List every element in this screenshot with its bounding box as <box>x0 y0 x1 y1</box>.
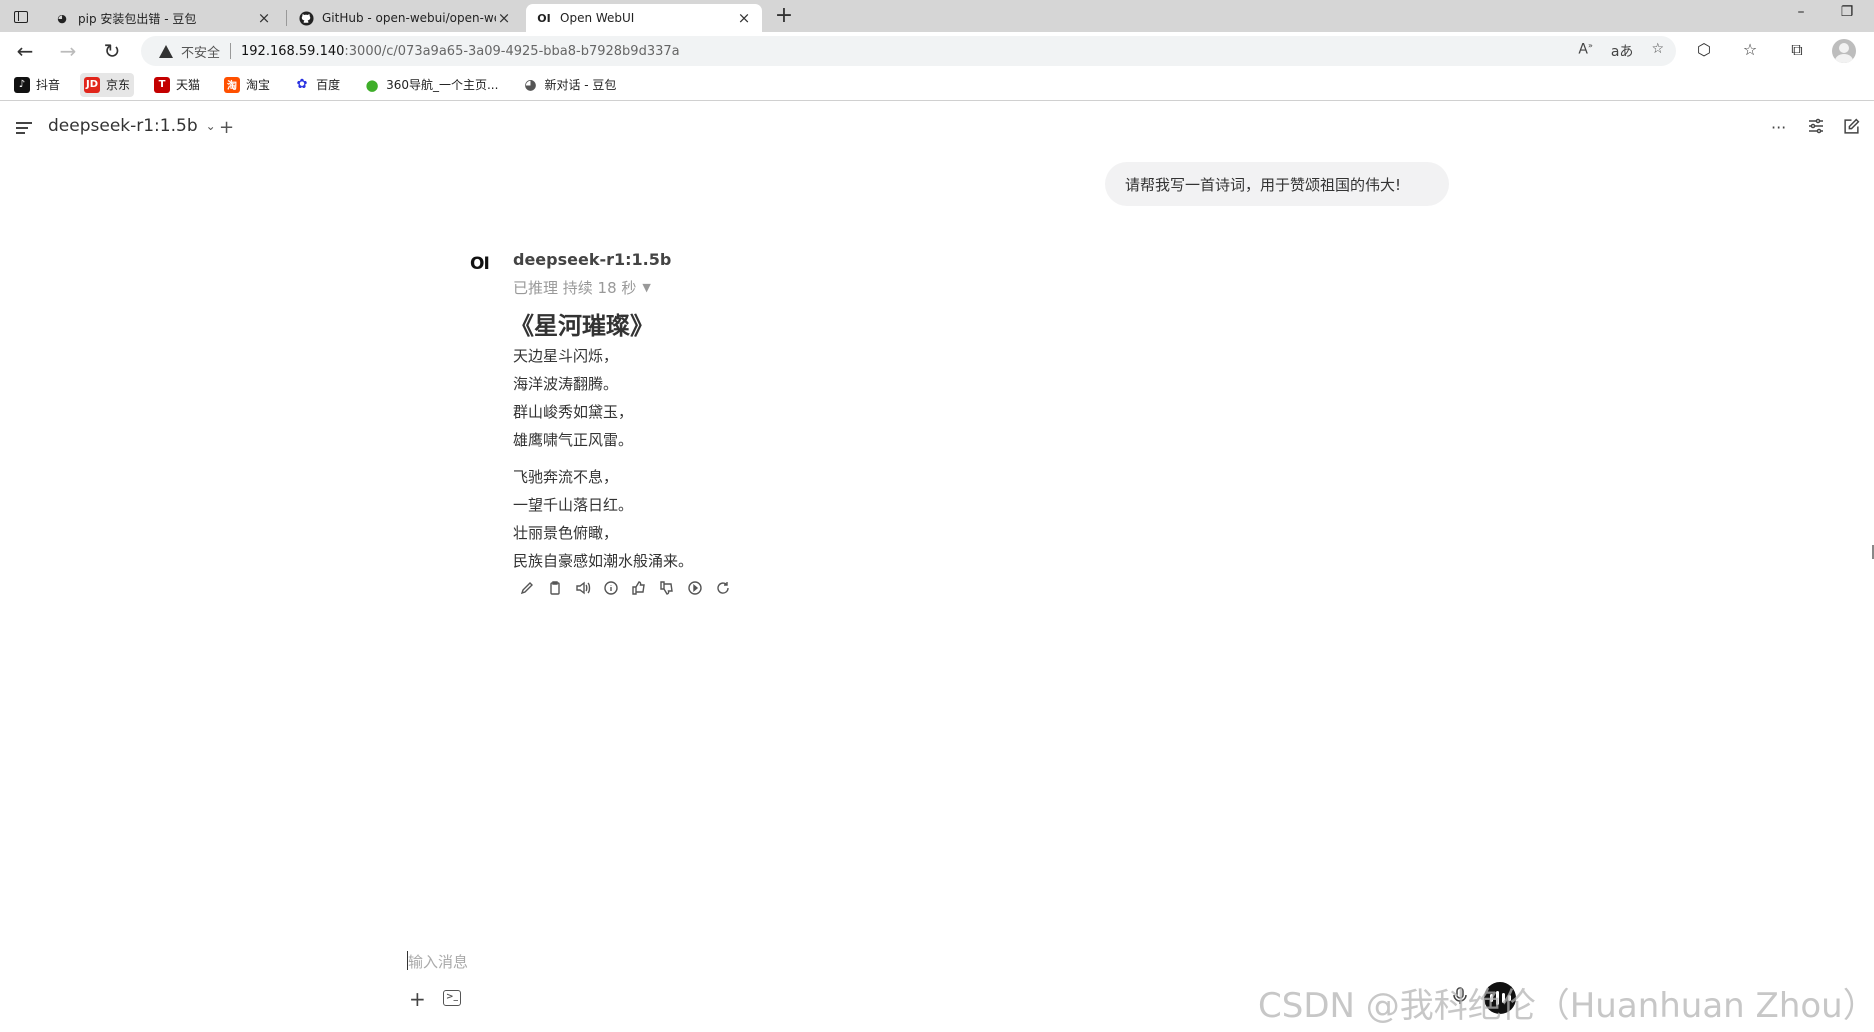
read-aloud-icon[interactable]: A» <box>1578 41 1592 61</box>
reasoning-toggle[interactable]: 已推理 持续 18 秒 ▼ <box>513 277 651 298</box>
taobao-icon: 淘 <box>224 76 241 93</box>
copy-clipboard-icon[interactable] <box>546 579 564 597</box>
tab-separator <box>286 10 287 26</box>
csdn-watermark: CSDN @我科绝伦（Huanhuan Zhou） <box>1258 986 1874 1026</box>
new-tab-button[interactable]: + <box>770 4 798 28</box>
restore-button[interactable]: ❐ <box>1830 4 1864 20</box>
doubao-icon: ◕ <box>57 11 67 25</box>
chat-header: deepseek-r1:1.5b ⌄ + ··· <box>0 112 1874 148</box>
tab-title: pip 安装包出错 - 豆包 <box>78 11 197 26</box>
baidu-paw-icon: ✿ <box>294 76 311 93</box>
poem-line: 天边星斗闪烁， <box>513 347 619 365</box>
jd-icon: JD <box>84 76 101 93</box>
tab-doubao[interactable]: ◕ pip 安装包出错 - 豆包 × <box>44 4 282 32</box>
close-tab-icon[interactable]: × <box>496 9 512 27</box>
bookmark-baidu[interactable]: ✿ 百度 <box>290 73 344 97</box>
security-label[interactable]: 不安全 <box>181 42 220 61</box>
message-input[interactable]: 输入消息 <box>408 951 468 972</box>
reasoning-label: 已推理 持续 18 秒 <box>513 279 637 297</box>
profile-avatar[interactable] <box>1832 39 1856 63</box>
tab-github[interactable]: GitHub - open-webui/open-webui × <box>288 4 522 32</box>
browser-toolbar: ← → ↻ 不安全 192.168.59.140:3000/c/073a9a65… <box>0 32 1874 69</box>
tab-actions-icon[interactable] <box>8 6 34 28</box>
back-arrow-icon[interactable]: ← <box>10 38 40 64</box>
model-name: deepseek-r1:1.5b <box>48 116 198 136</box>
read-aloud-speaker-icon[interactable] <box>574 579 592 597</box>
add-attachment-icon[interactable]: + <box>409 987 426 1011</box>
minimize-button[interactable]: – <box>1784 4 1818 20</box>
forward-arrow-icon[interactable]: → <box>53 38 83 64</box>
close-tab-icon[interactable]: × <box>736 9 752 27</box>
reload-icon[interactable]: ↻ <box>97 38 127 64</box>
url-host: 192.168.59.140 <box>241 43 345 59</box>
poem-line: 群山峻秀如黛玉， <box>513 403 634 421</box>
close-tab-icon[interactable]: × <box>256 9 272 27</box>
poem-title: 《星河璀璨》 <box>510 312 654 340</box>
bookmark-taobao[interactable]: 淘 淘宝 <box>220 73 274 97</box>
tab-title: GitHub - open-webui/open-webui <box>322 11 496 25</box>
address-bar[interactable]: 不安全 192.168.59.140:3000/c/073a9a65-3a09-… <box>141 36 1676 66</box>
bookmark-label: 360导航_一个主页... <box>386 78 499 92</box>
github-icon <box>298 10 314 26</box>
tab-open-webui[interactable]: OI Open WebUI × <box>526 4 762 32</box>
user-message: 请帮我写一首诗词，用于赞颂祖国的伟大! <box>1105 162 1449 206</box>
url-path: :3000/c/073a9a65-3a09-4925-bba8-b7928b9d… <box>344 43 680 59</box>
sidebar-toggle-icon[interactable] <box>16 122 32 134</box>
bookmark-label: 抖音 <box>36 78 61 92</box>
thumbs-down-icon[interactable] <box>658 579 676 597</box>
translate-icon[interactable]: aあ <box>1611 41 1634 61</box>
assistant-model-name: deepseek-r1:1.5b <box>513 250 672 269</box>
thumbs-up-icon[interactable] <box>630 579 648 597</box>
collections-icon[interactable]: ⧉ <box>1785 40 1809 62</box>
bookmark-360[interactable]: ● 360导航_一个主页... <box>360 73 502 97</box>
poem-line: 壮丽景色俯瞰， <box>513 524 619 542</box>
new-chat-icon[interactable] <box>1843 118 1860 139</box>
message-actions <box>518 579 732 597</box>
bookmark-tmall[interactable]: T 天猫 <box>150 73 204 97</box>
warning-icon <box>159 44 173 58</box>
poem-line: 海洋波涛翻腾。 <box>513 375 619 393</box>
chevron-down-icon: ▼ <box>642 281 651 294</box>
open-webui-app: deepseek-r1:1.5b ⌄ + ··· 请帮我写一首诗词，用于赞颂祖国… <box>0 102 1874 1032</box>
continue-play-icon[interactable] <box>686 579 704 597</box>
poem-line: 雄鹰啸气正风雷。 <box>513 431 634 449</box>
poem-line: 飞驰奔流不息， <box>513 468 619 486</box>
bookmark-label: 百度 <box>316 78 341 92</box>
browser-tab-strip: ◕ pip 安装包出错 - 豆包 × GitHub - open-webui/o… <box>0 0 1874 32</box>
poem-line: 民族自豪感如潮水般涌来。 <box>513 552 694 570</box>
divider <box>230 43 232 59</box>
poem-stanza-2: 飞驰奔流不息， 一望千山落日红。 壮丽景色俯瞰， 民族自豪感如潮水般涌来。 <box>513 463 693 575</box>
model-selector[interactable]: deepseek-r1:1.5b ⌄ <box>48 116 216 136</box>
bookmark-jd[interactable]: JD 京东 <box>80 72 135 97</box>
bookmark-douyin[interactable]: ♪ 抖音 <box>10 73 64 97</box>
tab-title: Open WebUI <box>560 11 635 25</box>
code-interpreter-icon[interactable]: >_ <box>443 990 461 1006</box>
favorite-star-icon[interactable]: ☆ <box>1651 41 1664 61</box>
bookmark-label: 京东 <box>106 78 131 92</box>
favorites-icon[interactable]: ☆ <box>1738 40 1762 62</box>
assistant-avatar: OI <box>470 254 490 274</box>
add-model-icon[interactable]: + <box>219 117 234 138</box>
doubao-icon: ◕ <box>522 76 539 93</box>
more-options-icon[interactable]: ··· <box>1771 118 1786 137</box>
edit-pencil-icon[interactable] <box>518 579 536 597</box>
360-icon: ● <box>364 75 381 94</box>
user-message-text: 请帮我写一首诗词，用于赞颂祖国的伟大! <box>1125 175 1402 194</box>
extensions-icon[interactable]: ⬡ <box>1692 40 1716 62</box>
chat-controls-icon[interactable] <box>1808 118 1824 138</box>
bookmark-label: 淘宝 <box>246 78 271 92</box>
chevron-down-icon: ⌄ <box>205 119 216 133</box>
poem-line: 一望千山落日红。 <box>513 496 634 514</box>
douyin-icon: ♪ <box>14 76 30 93</box>
bookmark-label: 天猫 <box>176 78 201 92</box>
bookmark-doubao[interactable]: ◕ 新对话 - 豆包 <box>518 73 620 97</box>
info-icon[interactable] <box>602 579 620 597</box>
bookmarks-bar: ♪ 抖音 JD 京东 T 天猫 淘 淘宝 ✿ 百度 ● 360导航_一个主页..… <box>0 69 1874 101</box>
regenerate-icon[interactable] <box>714 579 732 597</box>
poem-stanza-1: 天边星斗闪烁， 海洋波涛翻腾。 群山峻秀如黛玉， 雄鹰啸气正风雷。 <box>513 342 633 454</box>
tmall-icon: T <box>154 76 171 93</box>
bookmark-label: 新对话 - 豆包 <box>544 78 617 92</box>
openwebui-icon: OI <box>537 11 551 25</box>
